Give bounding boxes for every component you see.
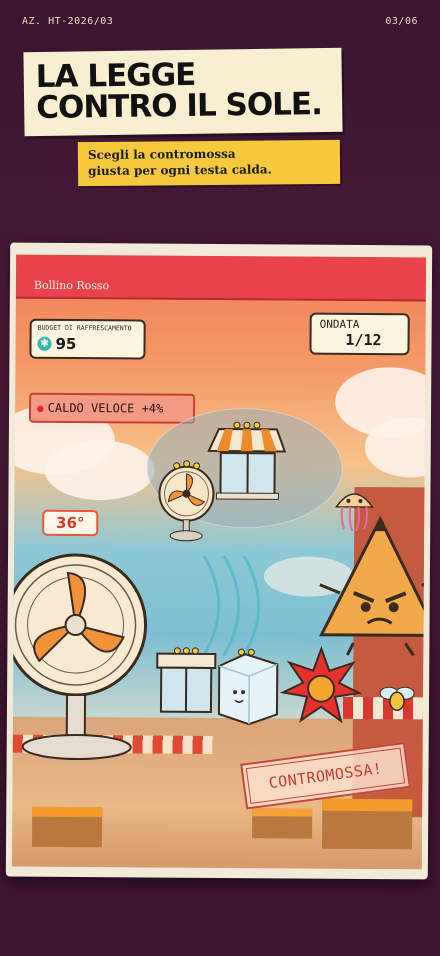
game-scene[interactable]: Bollino Rosso BUDGET DI RAFFRESCAMENTO ✱… [11,254,427,870]
level-label: Bollino Rosso [33,278,110,293]
orange-crates [252,808,313,839]
ice-cube-icon[interactable] [213,648,284,728]
awning-window-icon[interactable] [155,647,217,718]
cloud [44,439,155,501]
title-line-2: CONTRO IL SOLE. [35,86,323,127]
page-counter: 03/06 [385,16,418,27]
angry-triangle-icon[interactable] [317,515,427,657]
subtitle-line-2: giusta per ogni testa calda. [88,162,272,179]
fly-icon[interactable] [379,683,415,713]
budget-value: 95 [55,334,77,353]
wave-label: ONDATA [319,317,360,331]
title-card: LA LEGGE CONTRO IL SOLE. [23,47,343,137]
temperature-badge: 36° [42,509,99,537]
fan-icon[interactable] [11,545,156,766]
cooling-budget: BUDGET DI RAFFRESCAMENTO ✱ 95 [29,318,146,360]
wave-counter: ONDATA 1/12 [309,312,410,356]
page-title: LA LEGGE CONTRO IL SOLE. [35,57,331,127]
document-code: AZ. HT-2026/03 [22,16,114,27]
level-band: Bollino Rosso [15,254,427,302]
sun-burst-icon[interactable] [279,645,363,725]
drop-icon: ● [37,401,44,415]
game-poster: Bollino Rosso BUDGET DI RAFFRESCAMENTO ✱… [5,242,433,880]
budget-label: BUDGET DI RAFFRESCAMENTO [37,323,132,333]
orange-crates [321,798,413,850]
modifier-banner: ● CALDO VELOCE +4% [28,392,196,424]
orange-crates [32,806,103,848]
top-meta: AZ. HT-2026/03 03/06 [22,16,418,27]
awning-window-icon[interactable] [206,421,287,502]
subtitle-line-1: Scegli la contromossa [87,146,236,163]
subtitle-card: Scegli la contromossa giusta per ogni te… [77,139,341,187]
wave-value: 1/12 [345,330,382,350]
modifier-text: CALDO VELOCE +4% [47,400,164,416]
snowflake-icon: ✱ [37,336,52,351]
